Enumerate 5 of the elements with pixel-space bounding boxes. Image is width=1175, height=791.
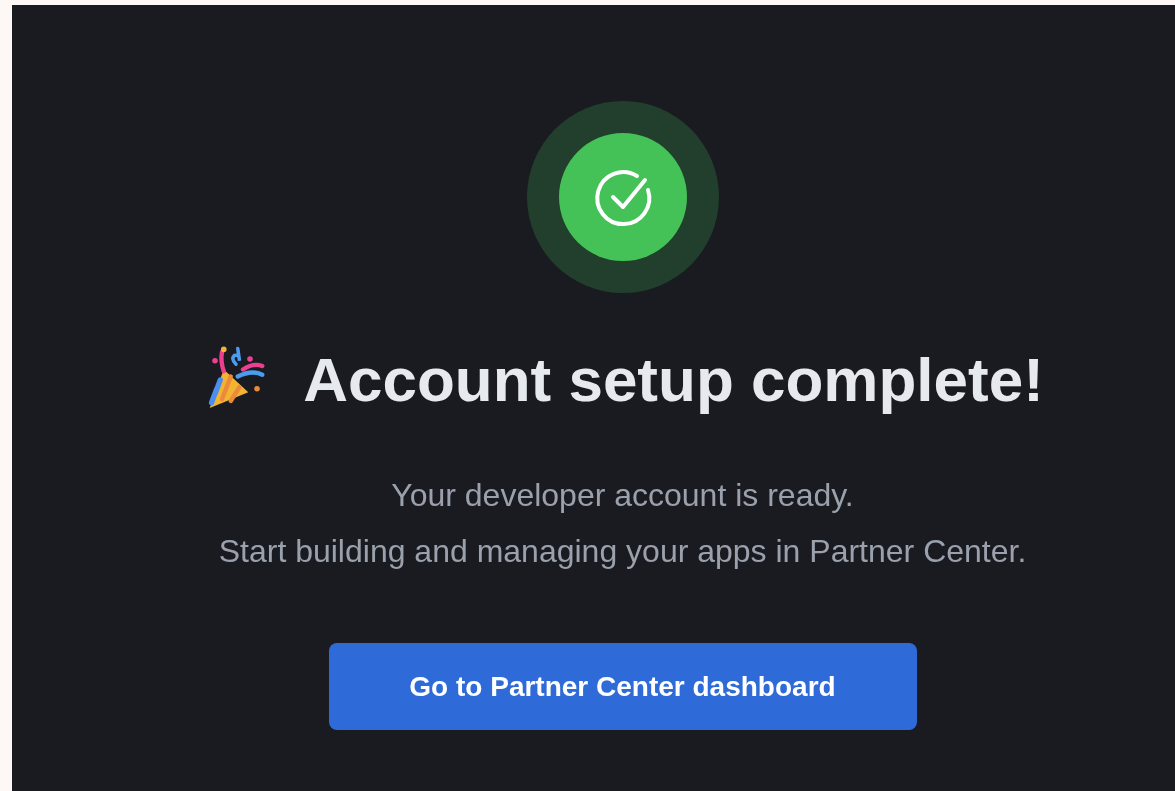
message-text: Start building and managing your apps in Partner Center. — [218, 532, 1027, 571]
success-check-icon — [526, 101, 719, 293]
dashboard-button[interactable]: Go to Partner Center dashboard — [328, 643, 917, 730]
message-text: Your developer account is ready. — [391, 476, 854, 515]
page-title: Account setup complete! — [303, 347, 1044, 413]
